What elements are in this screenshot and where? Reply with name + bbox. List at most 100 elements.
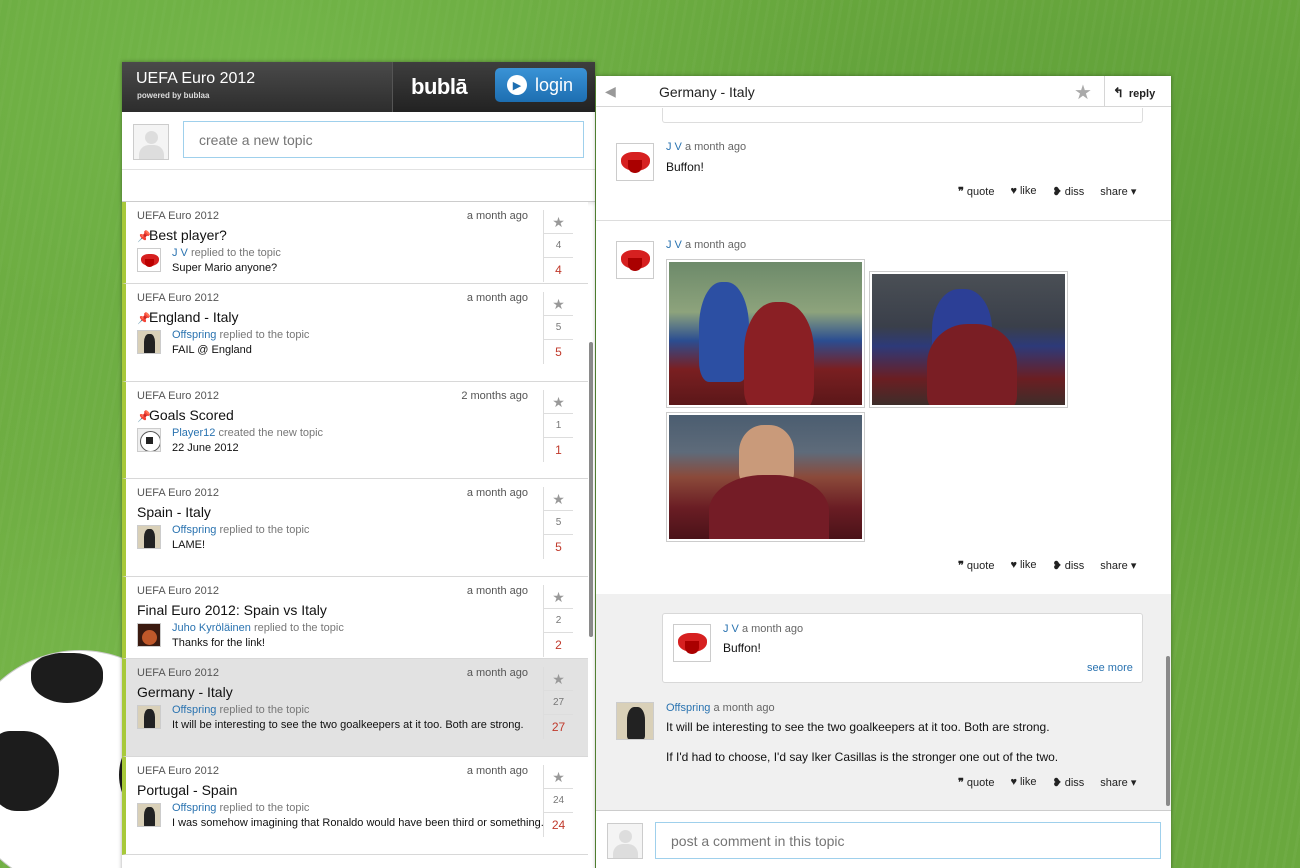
user-link[interactable]: Offspring	[172, 329, 216, 341]
star-icon[interactable]: ★	[544, 292, 573, 316]
share-button[interactable]: share ▾	[1100, 559, 1136, 572]
topic-category[interactable]: UEFA Euro 2012	[137, 487, 219, 499]
photo-thumbnail[interactable]	[666, 259, 865, 408]
user-avatar[interactable]	[673, 624, 711, 662]
login-button[interactable]: ▶ login	[495, 68, 587, 102]
broken-heart-icon: ❥	[1052, 186, 1062, 198]
user-link[interactable]: Offspring	[666, 702, 710, 714]
topic-title[interactable]: 📌Best player?	[137, 227, 227, 243]
pin-icon: 📌	[137, 411, 151, 423]
chevron-down-icon: ▾	[1130, 186, 1137, 198]
post-meta: Offspring a month ago	[666, 702, 775, 714]
user-link[interactable]: Offspring	[172, 802, 216, 814]
last-message: It will be interesting to see the two go…	[172, 719, 524, 731]
diss-button[interactable]: ❥ diss	[1053, 776, 1085, 789]
user-link[interactable]: J V	[172, 247, 188, 259]
like-button[interactable]: ♥ like	[1010, 776, 1036, 789]
user-avatar[interactable]	[137, 803, 161, 827]
share-button[interactable]: share ▾	[1100, 776, 1136, 789]
topic-category[interactable]: UEFA Euro 2012	[137, 765, 219, 777]
quote-icon: ❞	[958, 186, 964, 198]
thread-scrollbar[interactable]	[1166, 656, 1170, 806]
photo-thumbnail[interactable]	[869, 271, 1068, 408]
topic-title[interactable]: Portugal - Spain	[137, 782, 237, 798]
user-link[interactable]: J V	[666, 141, 682, 153]
star-icon[interactable]: ★	[544, 667, 573, 691]
topic-item[interactable]: UEFA Euro 2012 a month ago 📌England - It…	[122, 284, 588, 382]
topic-item-active[interactable]: UEFA Euro 2012 a month ago Germany - Ita…	[122, 659, 588, 757]
reply-count: 5	[544, 316, 573, 340]
post-meta: J V a month ago	[723, 623, 804, 635]
like-button[interactable]: ♥ like	[1010, 559, 1036, 572]
topic-title[interactable]: 📌Goals Scored	[137, 407, 234, 423]
topic-time: a month ago	[466, 210, 528, 222]
topic-item[interactable]: UEFA Euro 2012 2 months ago 📌Goals Score…	[122, 382, 588, 479]
login-label: login	[535, 74, 574, 95]
quote-button[interactable]: ❞ quote	[958, 185, 994, 198]
reply-count: 2	[544, 609, 573, 633]
comment-input[interactable]	[655, 822, 1161, 859]
topic-item[interactable]: UEFA Euro 2012 a month ago 📌Best player?…	[122, 202, 588, 284]
topic-category[interactable]: UEFA Euro 2012	[137, 292, 219, 304]
community-title[interactable]: UEFA Euro 2012	[136, 70, 255, 88]
star-icon[interactable]: ★	[544, 765, 573, 789]
topic-item[interactable]: UEFA Euro 2012 a month ago Final Euro 20…	[122, 577, 588, 659]
back-arrow-icon[interactable]: ◀	[605, 83, 616, 100]
new-count: 1	[555, 443, 562, 457]
topic-title[interactable]: Germany - Italy	[137, 684, 233, 700]
new-count: 27	[551, 720, 566, 734]
topic-item[interactable]: UEFA Euro 2012 a month ago Spain - Italy…	[122, 479, 588, 577]
reply-count: 24	[544, 789, 573, 813]
topic-category[interactable]: UEFA Euro 2012	[137, 667, 219, 679]
user-link[interactable]: Offspring	[172, 704, 216, 716]
user-avatar[interactable]	[137, 525, 161, 549]
user-avatar[interactable]	[616, 702, 654, 740]
topic-item[interactable]: UEFA Euro 2012 a month ago Portugal - Sp…	[122, 757, 588, 855]
user-avatar[interactable]	[616, 143, 654, 181]
post-actions: ❞ quote ♥ like ❥ diss share ▾	[958, 185, 1136, 198]
share-button[interactable]: share ▾	[1100, 185, 1136, 198]
see-more-link[interactable]: see more	[1087, 662, 1133, 674]
topic-category[interactable]: UEFA Euro 2012	[137, 210, 219, 222]
user-avatar[interactable]	[137, 428, 161, 452]
user-link[interactable]: Juho Kyröläinen	[172, 622, 251, 634]
star-icon[interactable]: ★	[544, 210, 573, 234]
post-actions: ❞ quote ♥ like ❥ diss share ▾	[958, 776, 1136, 789]
topic-stats: ★ 4 4	[543, 210, 573, 282]
quote-button[interactable]: ❞ quote	[958, 559, 994, 572]
post-actions: ❞ quote ♥ like ❥ diss share ▾	[958, 559, 1136, 572]
panel-header: UEFA Euro 2012 powered by bublaa bublā ▶…	[122, 62, 595, 112]
diss-button[interactable]: ❥ diss	[1053, 185, 1085, 198]
photo-thumbnail[interactable]	[666, 412, 865, 542]
star-icon[interactable]: ★	[1074, 80, 1092, 105]
topic-list-scrollbar[interactable]	[589, 342, 593, 637]
filter-spacer	[122, 170, 595, 202]
topic-category[interactable]: UEFA Euro 2012	[137, 585, 219, 597]
star-icon[interactable]: ★	[544, 390, 573, 414]
topic-category[interactable]: UEFA Euro 2012	[137, 390, 219, 402]
quote-button[interactable]: ❞ quote	[958, 776, 994, 789]
topic-title[interactable]: 📌England - Italy	[137, 309, 239, 325]
user-link[interactable]: J V	[723, 623, 739, 635]
user-link[interactable]: J V	[666, 239, 682, 251]
topic-title[interactable]: Final Euro 2012: Spain vs Italy	[137, 602, 327, 618]
topic-title[interactable]: Spain - Italy	[137, 504, 211, 520]
user-avatar[interactable]	[137, 248, 161, 272]
user-link[interactable]: Player12	[172, 427, 215, 439]
bublaa-logo[interactable]: bublā	[411, 74, 468, 100]
star-icon[interactable]: ★	[544, 585, 573, 609]
new-topic-input[interactable]	[183, 121, 584, 158]
star-icon[interactable]: ★	[544, 487, 573, 511]
post-text: Buffon!	[666, 160, 704, 174]
user-avatar[interactable]	[137, 623, 161, 647]
diss-button[interactable]: ❥ diss	[1053, 559, 1085, 572]
user-avatar[interactable]	[137, 705, 161, 729]
activity-line: Offspring replied to the topic	[172, 329, 310, 341]
topics-panel: UEFA Euro 2012 powered by bublaa bublā ▶…	[122, 62, 595, 868]
like-button[interactable]: ♥ like	[1010, 185, 1036, 198]
reply-button[interactable]: ↰ reply	[1104, 76, 1171, 107]
new-topic-bar	[122, 112, 595, 170]
user-link[interactable]: Offspring	[172, 524, 216, 536]
user-avatar[interactable]	[616, 241, 654, 279]
user-avatar[interactable]	[137, 330, 161, 354]
